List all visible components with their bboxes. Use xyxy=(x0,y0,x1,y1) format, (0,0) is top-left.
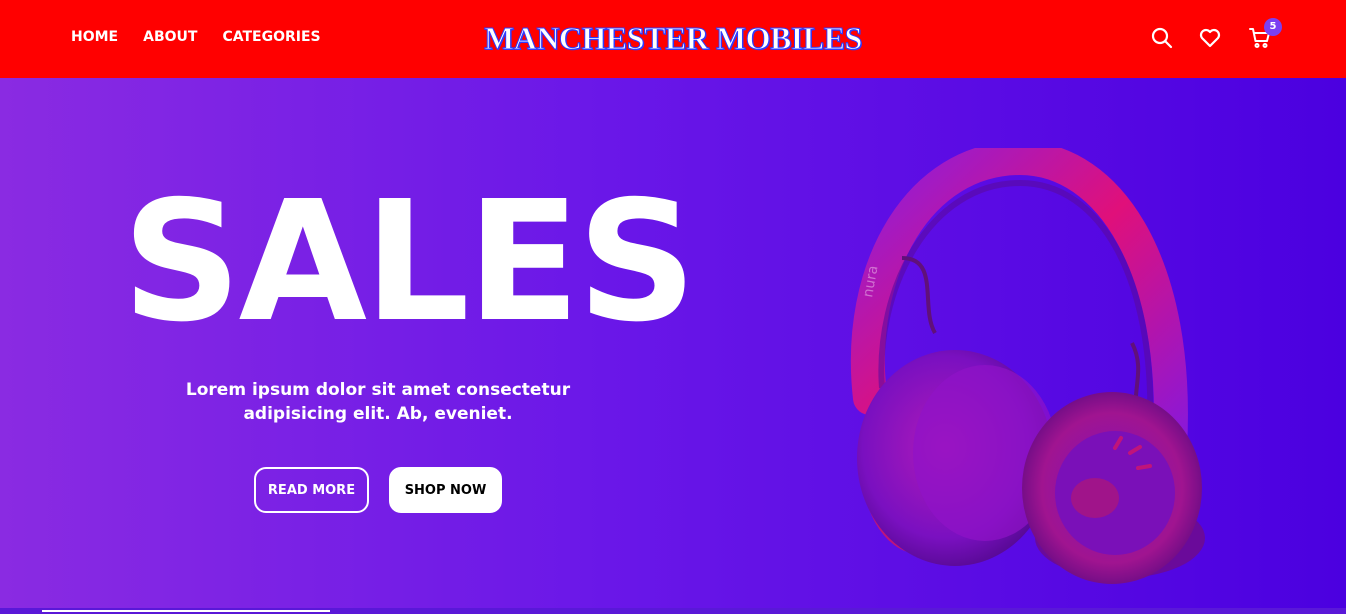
read-more-button[interactable]: READ MORE xyxy=(254,467,369,513)
nav-link-home[interactable]: HOME xyxy=(71,29,118,45)
shop-now-button[interactable]: SHOP NOW xyxy=(389,467,502,513)
hero-banner: SALES Lorem ipsum dolor sit amet consect… xyxy=(0,78,1346,614)
navbar: HOME ABOUT CATEGORIES MANCHESTER MOBILES… xyxy=(0,0,1346,78)
cart-count-badge: 5 xyxy=(1264,18,1282,36)
headphones-image: nura xyxy=(850,148,1205,584)
heart-icon[interactable] xyxy=(1198,26,1222,50)
nav-link-about[interactable]: ABOUT xyxy=(143,29,197,45)
hero-description: Lorem ipsum dolor sit amet consectetur a… xyxy=(185,380,571,424)
search-icon[interactable] xyxy=(1150,26,1174,50)
scroll-indicator xyxy=(42,610,330,612)
nav-link-categories[interactable]: CATEGORIES xyxy=(222,29,320,45)
nav-links: HOME ABOUT CATEGORIES xyxy=(71,29,346,45)
brand-logo[interactable]: MANCHESTER MOBILES xyxy=(484,19,863,57)
hero-title: SALES xyxy=(122,166,697,359)
